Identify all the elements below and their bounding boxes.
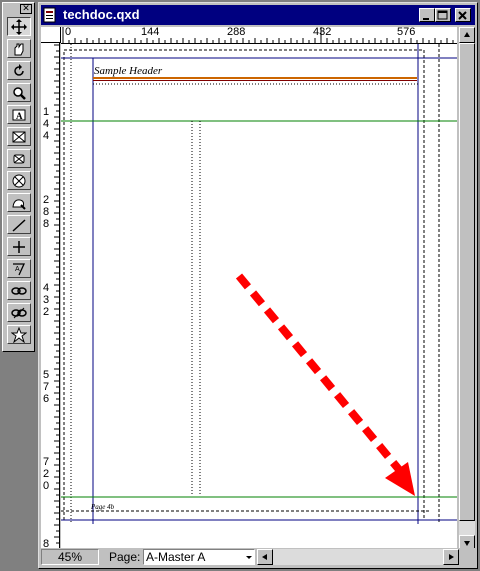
rotate-tool-button[interactable] (7, 61, 31, 80)
vertical-ruler[interactable]: 1 4 4 2 8 8 4 3 2 5 7 6 7 2 0 8 (41, 43, 60, 551)
rectangle-picture-box-tool-button[interactable] (7, 127, 31, 146)
text-box-icon: A (12, 109, 26, 121)
close-icon (458, 11, 467, 20)
rect-x-picture-box-icon (13, 154, 25, 164)
oval-picture-box-tool-button[interactable] (7, 171, 31, 190)
document-window: techdoc.qxd 0 144 288 432 576 1 4 4 2 8 … (38, 2, 478, 569)
page-label: Page: (109, 550, 141, 564)
zoom-tool-button[interactable] (7, 83, 31, 102)
status-bar: 45% Page: A-Master A (41, 548, 475, 566)
ruler-origin[interactable] (41, 27, 61, 43)
ruler-label: 2 (43, 468, 50, 480)
page-dropdown-icon[interactable] (243, 549, 255, 565)
oval-picture-box-icon (12, 174, 26, 188)
window-title: techdoc.qxd (63, 7, 140, 22)
ruler-label: 144 (141, 27, 160, 38)
move-icon (11, 19, 27, 35)
ruler-label: 0 (65, 27, 72, 38)
ruler-label: 4 (43, 282, 50, 294)
arrow-right-icon (449, 554, 454, 560)
line-tool-tool-button[interactable] (7, 215, 31, 234)
header-rule-orange (93, 77, 417, 79)
vertical-scrollbar[interactable] (459, 27, 475, 551)
window-titlebar[interactable]: techdoc.qxd (41, 5, 475, 25)
arrow-up-icon (464, 32, 470, 37)
ruler-label: 7 (43, 456, 50, 468)
rotate-icon (14, 64, 24, 76)
ruler-label: 3 (43, 294, 50, 306)
ruler-label: 7 (43, 381, 50, 393)
ruler-label: 4 (43, 130, 50, 142)
svg-text:A: A (15, 266, 20, 273)
tool-palette: ✕ A A (2, 2, 35, 352)
ruler-label: 4 (43, 118, 50, 130)
ruler-label: 6 (43, 393, 50, 405)
zoom-field[interactable]: 45% (41, 549, 99, 565)
document-canvas[interactable]: Sample Header Page 4b (61, 44, 457, 551)
ruler-label: 2 (43, 194, 50, 206)
bezier-picture-box-tool-button[interactable] (7, 193, 31, 212)
annotation-arrow-shaft (235, 273, 405, 475)
rect-x-picture-box-tool-button[interactable] (7, 149, 31, 168)
close-button[interactable] (455, 8, 471, 22)
orthogonal-line-icon (13, 241, 25, 253)
scroll-up-button[interactable] (459, 27, 475, 43)
footer-text: Page 4b (91, 503, 115, 511)
ruler-label: 288 (227, 27, 246, 38)
hand-tool-button[interactable] (7, 39, 31, 58)
minimize-button[interactable] (419, 8, 435, 22)
link-tool-icon (11, 287, 27, 295)
text-path-tool-button[interactable]: A (7, 259, 31, 278)
horizontal-scrollbar[interactable] (273, 549, 443, 565)
zoom-icon (13, 87, 26, 100)
ruler-label: 576 (397, 27, 416, 38)
vertical-scroll-thumb[interactable] (459, 43, 475, 521)
rectangle-picture-box-icon (12, 131, 26, 143)
star-tool-tool-button[interactable] (7, 325, 31, 344)
scroll-left-button[interactable] (257, 549, 273, 565)
svg-text:A: A (16, 111, 23, 121)
header-rule-maroon (93, 80, 417, 81)
palette-titlebar[interactable]: ✕ (4, 4, 33, 15)
ruler-label: 5 (43, 369, 50, 381)
line-tool-icon (12, 219, 26, 232)
text-path-icon: A (13, 263, 26, 276)
ruler-label: 8 (43, 218, 50, 230)
maximize-button[interactable] (435, 8, 451, 22)
page-select[interactable]: A-Master A (143, 549, 255, 565)
header-text: Sample Header (94, 65, 163, 77)
maximize-icon (437, 10, 448, 20)
unlink-tool-tool-button[interactable] (7, 303, 31, 322)
minimize-icon (423, 18, 429, 20)
star-tool-icon (11, 327, 27, 343)
ruler-label: 1 (43, 106, 50, 118)
ruler-label: 0 (43, 480, 50, 492)
move-tool-button[interactable] (7, 17, 31, 36)
hand-icon (14, 43, 24, 56)
palette-close-button[interactable]: ✕ (20, 4, 32, 14)
document-icon (43, 7, 56, 23)
scroll-right-button[interactable] (443, 549, 459, 565)
ruler-label: 2 (43, 306, 50, 318)
link-tool-tool-button[interactable] (7, 281, 31, 300)
arrow-down-icon (464, 541, 470, 546)
horizontal-ruler[interactable]: 0 144 288 432 576 (61, 27, 457, 44)
ruler-label: 432 (313, 27, 332, 38)
orthogonal-line-tool-button[interactable] (7, 237, 31, 256)
arrow-left-icon (262, 554, 267, 560)
page-layout (61, 44, 457, 524)
bezier-picture-box-icon (12, 199, 26, 210)
ruler-label: 8 (43, 206, 50, 218)
text-box-tool-button[interactable]: A (7, 105, 31, 124)
unlink-tool-icon (11, 307, 27, 319)
